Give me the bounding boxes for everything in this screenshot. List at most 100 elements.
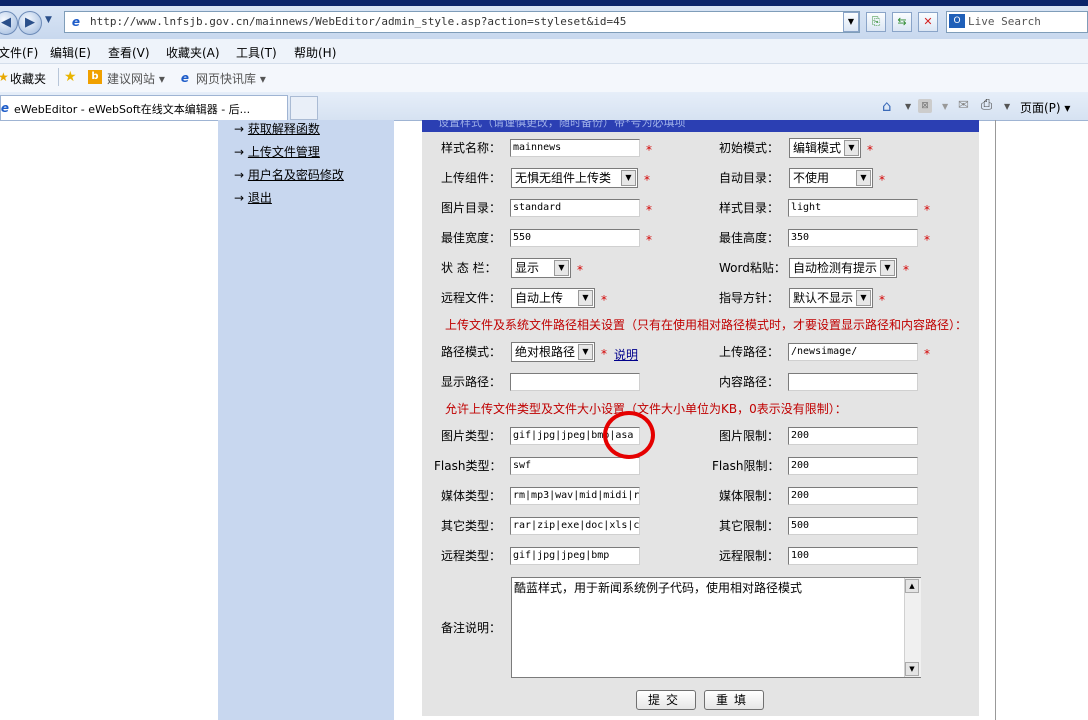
history-dropdown-icon[interactable]: ▼ [45,15,52,25]
flash-limit-input[interactable]: 200 [788,457,918,475]
upload-component-value: 无惧无组件上传类 [515,171,612,185]
required-star: * [644,173,650,187]
tab-title[interactable]: eWebEditor - eWebSoft在线文本编辑器 - 后... [14,101,250,117]
required-star: * [879,293,885,307]
url-dropdown-button[interactable]: ▼ [843,12,859,32]
submit-button[interactable]: 提交 [636,690,696,710]
sidebar-item-get-function[interactable]: → 获取解释函数 [234,120,320,137]
auto-dir-select[interactable]: 不使用 ▼ [789,168,873,188]
best-width-label: 最佳宽度： [441,231,502,245]
highlight-circle [603,411,655,459]
menu-view[interactable]: 查看(V) [108,44,150,61]
required-star: * [601,293,607,307]
scroll-up-icon[interactable]: ▲ [905,579,919,593]
style-dir-label: 样式目录： [719,201,780,215]
required-star: * [646,203,652,217]
stop-icon[interactable]: ✕ [918,12,938,32]
word-paste-select[interactable]: 自动检测有提示 ▼ [789,258,897,278]
feeds-dropdown-icon[interactable]: ▼ [942,102,948,111]
print-dropdown-icon[interactable]: ▼ [1004,102,1010,111]
chevron-down-icon[interactable]: ▼ [578,344,593,360]
other-limit-input[interactable]: 500 [788,517,918,535]
image-limit-input[interactable]: 200 [788,427,918,445]
word-paste-value: 自动检测有提示 [793,261,878,275]
flash-types-input[interactable]: swf [510,457,640,475]
chevron-down-icon[interactable]: ▼ [621,170,636,186]
chevron-down-icon[interactable]: ▼ [880,260,895,276]
chevron-down-icon[interactable]: ▼ [554,260,569,276]
guide-policy-select[interactable]: 默认不显示 ▼ [789,288,873,308]
favorites-button[interactable]: 收藏夹 [10,70,46,87]
menu-tools[interactable]: 工具(T) [236,44,277,61]
remote-limit-input[interactable]: 100 [788,547,918,565]
search-placeholder[interactable]: Live Search [968,15,1041,28]
init-mode-select[interactable]: 编辑模式 ▼ [789,138,861,158]
feeds-icon[interactable]: ⊠ [918,99,932,113]
status-bar-select[interactable]: 显示 ▼ [511,258,571,278]
display-path-label: 显示路径： [441,375,502,389]
other-types-input[interactable]: rar|zip|exe|doc|xls|c [510,517,640,535]
add-favorite-icon[interactable]: ★ [64,69,77,85]
other-types-label: 其它类型： [441,519,502,533]
mail-icon[interactable]: ✉ [958,98,969,113]
style-name-label: 样式名称： [441,141,502,155]
sidebar-link-label[interactable]: 上传文件管理 [248,145,320,159]
menu-favorites[interactable]: 收藏夹(A) [166,44,220,61]
path-mode-value: 绝对根路径 [515,345,576,359]
style-name-input[interactable]: mainnews [510,139,640,157]
upload-component-select[interactable]: 无惧无组件上传类 ▼ [511,168,638,188]
image-dir-label: 图片目录： [441,201,502,215]
page-menu[interactable]: 页面(P) ▾ [1020,99,1070,116]
sidebar-link-label[interactable]: 用户名及密码修改 [248,168,344,182]
menu-help[interactable]: 帮助(H) [294,44,336,61]
sidebar-link-label[interactable]: 退出 [248,191,272,205]
menu-bar [0,39,1088,64]
remarks-label: 备注说明： [441,621,502,635]
url-text[interactable]: http://www.lnfsjb.gov.cn/mainnews/WebEdi… [90,15,626,28]
media-limit-input[interactable]: 200 [788,487,918,505]
content-path-input[interactable] [788,373,918,391]
suggested-sites-link[interactable]: 建议网站 ▾ [107,70,165,87]
scroll-down-icon[interactable]: ▼ [905,662,919,676]
upload-path-input[interactable]: /newsimage/ [788,343,918,361]
upload-component-label: 上传组件： [441,171,502,185]
remote-file-select[interactable]: 自动上传 ▼ [511,288,595,308]
refresh-icon[interactable]: ⇆ [892,12,912,32]
remote-file-value: 自动上传 [515,291,564,305]
sidebar-link-label[interactable]: 获取解释函数 [248,122,320,136]
print-icon[interactable]: ⎙ [981,97,992,113]
web-slice-icon: e [180,71,190,85]
style-dir-input[interactable]: light [788,199,918,217]
chevron-down-icon[interactable]: ▼ [578,290,593,306]
path-mode-select[interactable]: 绝对根路径 ▼ [511,342,595,362]
compatibility-view-icon[interactable]: ⎘ [866,12,886,32]
remote-types-input[interactable]: gif|jpg|jpeg|bmp [510,547,640,565]
best-height-input[interactable]: 350 [788,229,918,247]
menu-edit[interactable]: 编辑(E) [50,44,91,61]
display-path-input[interactable] [510,373,640,391]
chevron-down-icon[interactable]: ▼ [844,140,859,156]
reset-button[interactable]: 重填 [704,690,764,710]
chevron-down-icon[interactable]: ▼ [856,290,871,306]
web-slice-gallery-link[interactable]: 网页快讯库 ▾ [196,70,266,87]
media-types-input[interactable]: rm|mp3|wav|mid|midi|r [510,487,640,505]
best-width-input[interactable]: 550 [510,229,640,247]
sidebar-item-upload-management[interactable]: → 上传文件管理 [234,143,320,160]
status-bar-label: 状 态 栏： [441,261,497,275]
forward-button[interactable]: ▶ [18,11,42,35]
image-dir-input[interactable]: standard [510,199,640,217]
section-size-title: 允许上传文件类型及文件大小设置（文件大小单位为KB，0表示没有限制）： [445,402,847,416]
required-star: * [924,233,930,247]
menu-file[interactable]: 文件(F) [0,44,38,61]
remote-limit-label: 远程限制： [719,549,780,563]
path-mode-help-link[interactable]: 说明 [614,346,638,363]
new-tab-button[interactable] [290,96,318,120]
chevron-down-icon[interactable]: ▼ [856,170,871,186]
home-icon[interactable]: ⌂ [882,97,892,115]
home-dropdown-icon[interactable]: ▼ [905,102,911,111]
media-types-label: 媒体类型： [441,489,502,503]
sidebar-item-password[interactable]: → 用户名及密码修改 [234,166,344,183]
sidebar-item-logout[interactable]: → 退出 [234,189,272,206]
remarks-textarea[interactable]: 酷蓝样式，用于新闻系统例子代码，使用相对路径模式 [511,577,921,678]
left-panel [218,120,394,720]
